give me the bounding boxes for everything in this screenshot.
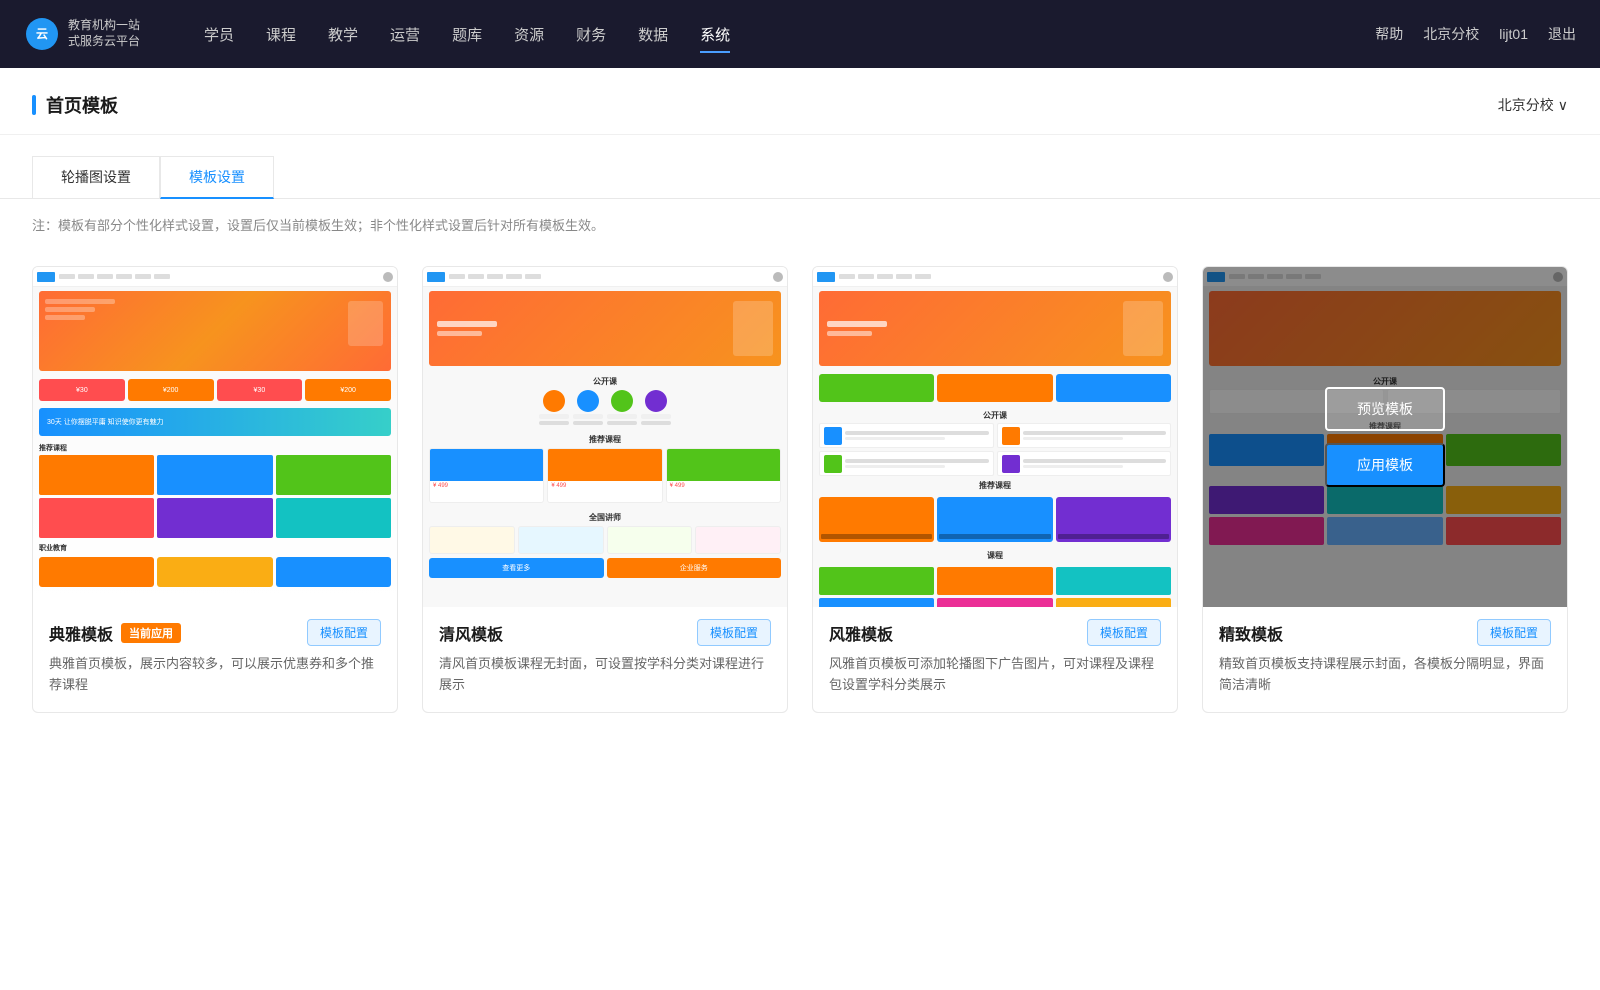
templates-grid: ¥30 ¥200 ¥30 ¥200 30天 让你摆脱平庸 知识使你更有魅力 推荐… xyxy=(0,242,1600,753)
help-link[interactable]: 帮助 xyxy=(1375,24,1403,44)
nav-item-questions[interactable]: 题库 xyxy=(452,20,482,49)
branch-selector[interactable]: 北京分校 ∨ xyxy=(1498,95,1568,115)
config-button-2[interactable]: 模板配置 xyxy=(697,619,771,646)
template-preview-2: 公开课 xyxy=(423,267,787,607)
logo: 云 教育机构一站 式服务云平台 xyxy=(24,16,164,52)
tabs-container: 轮播图设置 模板设置 xyxy=(0,135,1600,199)
template-preview-4: 公开课 推荐课程 课程 xyxy=(1203,267,1567,607)
note-bar: 注：模板有部分个性化样式设置，设置后仅当前模板生效；非个性化样式设置后针对所有模… xyxy=(0,199,1600,242)
template-preview-3: 公开课 xyxy=(813,267,1177,607)
page-title: 首页模板 xyxy=(32,92,118,118)
page-header: 首页模板 北京分校 ∨ xyxy=(0,68,1600,135)
logo-icon: 云 xyxy=(24,16,60,52)
top-nav: 云 教育机构一站 式服务云平台 学员 课程 教学 运营 题库 资源 财务 数据 … xyxy=(0,0,1600,68)
template-preview-1: ¥30 ¥200 ¥30 ¥200 30天 让你摆脱平庸 知识使你更有魅力 推荐… xyxy=(33,267,397,607)
logout-link[interactable]: 退出 xyxy=(1548,24,1576,44)
template-footer-3: 风雅模板 模板配置 风雅首页模板可添加轮播图下广告图片，可对课程及课程包设置学科… xyxy=(813,607,1177,712)
template-desc-4: 精致首页模板支持课程展示封面，各模板分隔明显，界面简洁清晰 xyxy=(1219,654,1551,696)
tab-template[interactable]: 模板设置 xyxy=(160,156,274,199)
template-name-2: 清风模板 xyxy=(439,621,503,645)
nav-item-courses[interactable]: 课程 xyxy=(266,20,296,49)
template-card-2[interactable]: 公开课 xyxy=(422,266,788,713)
config-button-3[interactable]: 模板配置 xyxy=(1087,619,1161,646)
template-name-4: 精致模板 xyxy=(1219,621,1283,645)
nav-item-data[interactable]: 数据 xyxy=(638,20,668,49)
logo-text: 教育机构一站 式服务云平台 xyxy=(68,18,140,49)
template-footer-4: 精致模板 模板配置 精致首页模板支持课程展示封面，各模板分隔明显，界面简洁清晰 xyxy=(1203,607,1567,712)
nav-item-system[interactable]: 系统 xyxy=(700,20,730,49)
current-badge: 当前应用 xyxy=(121,623,181,643)
config-button-4[interactable]: 模板配置 xyxy=(1477,619,1551,646)
template-card-4[interactable]: 公开课 推荐课程 课程 xyxy=(1202,266,1568,713)
chevron-down-icon: ∨ xyxy=(1558,97,1568,114)
template-desc-3: 风雅首页模板可添加轮播图下广告图片，可对课程及课程包设置学科分类展示 xyxy=(829,654,1161,696)
nav-item-students[interactable]: 学员 xyxy=(204,20,234,49)
nav-item-resources[interactable]: 资源 xyxy=(514,20,544,49)
preview-template-button[interactable]: 预览模板 xyxy=(1325,387,1445,431)
nav-item-finance[interactable]: 财务 xyxy=(576,20,606,49)
page-content: 首页模板 北京分校 ∨ 轮播图设置 模板设置 注：模板有部分个性化样式设置，设置… xyxy=(0,68,1600,990)
nav-menu: 学员 课程 教学 运营 题库 资源 财务 数据 系统 xyxy=(204,20,1375,49)
tabs: 轮播图设置 模板设置 xyxy=(32,155,1568,198)
template-overlay-4: 预览模板 应用模板 xyxy=(1203,267,1567,607)
template-name-3: 风雅模板 xyxy=(829,621,893,645)
apply-template-button[interactable]: 应用模板 xyxy=(1325,443,1445,487)
template-name-1: 典雅模板 当前应用 xyxy=(49,621,181,645)
nav-item-operations[interactable]: 运营 xyxy=(390,20,420,49)
template-desc-2: 清风首页模板课程无封面，可设置按学科分类对课程进行展示 xyxy=(439,654,771,696)
nav-right: 帮助 北京分校 lijt01 退出 xyxy=(1375,24,1576,44)
nav-item-teaching[interactable]: 教学 xyxy=(328,20,358,49)
svg-text:云: 云 xyxy=(36,27,48,41)
branch-link[interactable]: 北京分校 xyxy=(1423,24,1479,44)
user-menu[interactable]: lijt01 xyxy=(1499,26,1528,42)
template-footer-2: 清风模板 模板配置 清风首页模板课程无封面，可设置按学科分类对课程进行展示 xyxy=(423,607,787,712)
template-card-3[interactable]: 公开课 xyxy=(812,266,1178,713)
template-footer-1: 典雅模板 当前应用 模板配置 典雅首页模板，展示内容较多，可以展示优惠券和多个推… xyxy=(33,607,397,712)
template-desc-1: 典雅首页模板，展示内容较多，可以展示优惠券和多个推荐课程 xyxy=(49,654,381,696)
template-card-1[interactable]: ¥30 ¥200 ¥30 ¥200 30天 让你摆脱平庸 知识使你更有魅力 推荐… xyxy=(32,266,398,713)
mini-logo-icon xyxy=(37,272,55,282)
tab-carousel[interactable]: 轮播图设置 xyxy=(32,156,160,199)
config-button-1[interactable]: 模板配置 xyxy=(307,619,381,646)
